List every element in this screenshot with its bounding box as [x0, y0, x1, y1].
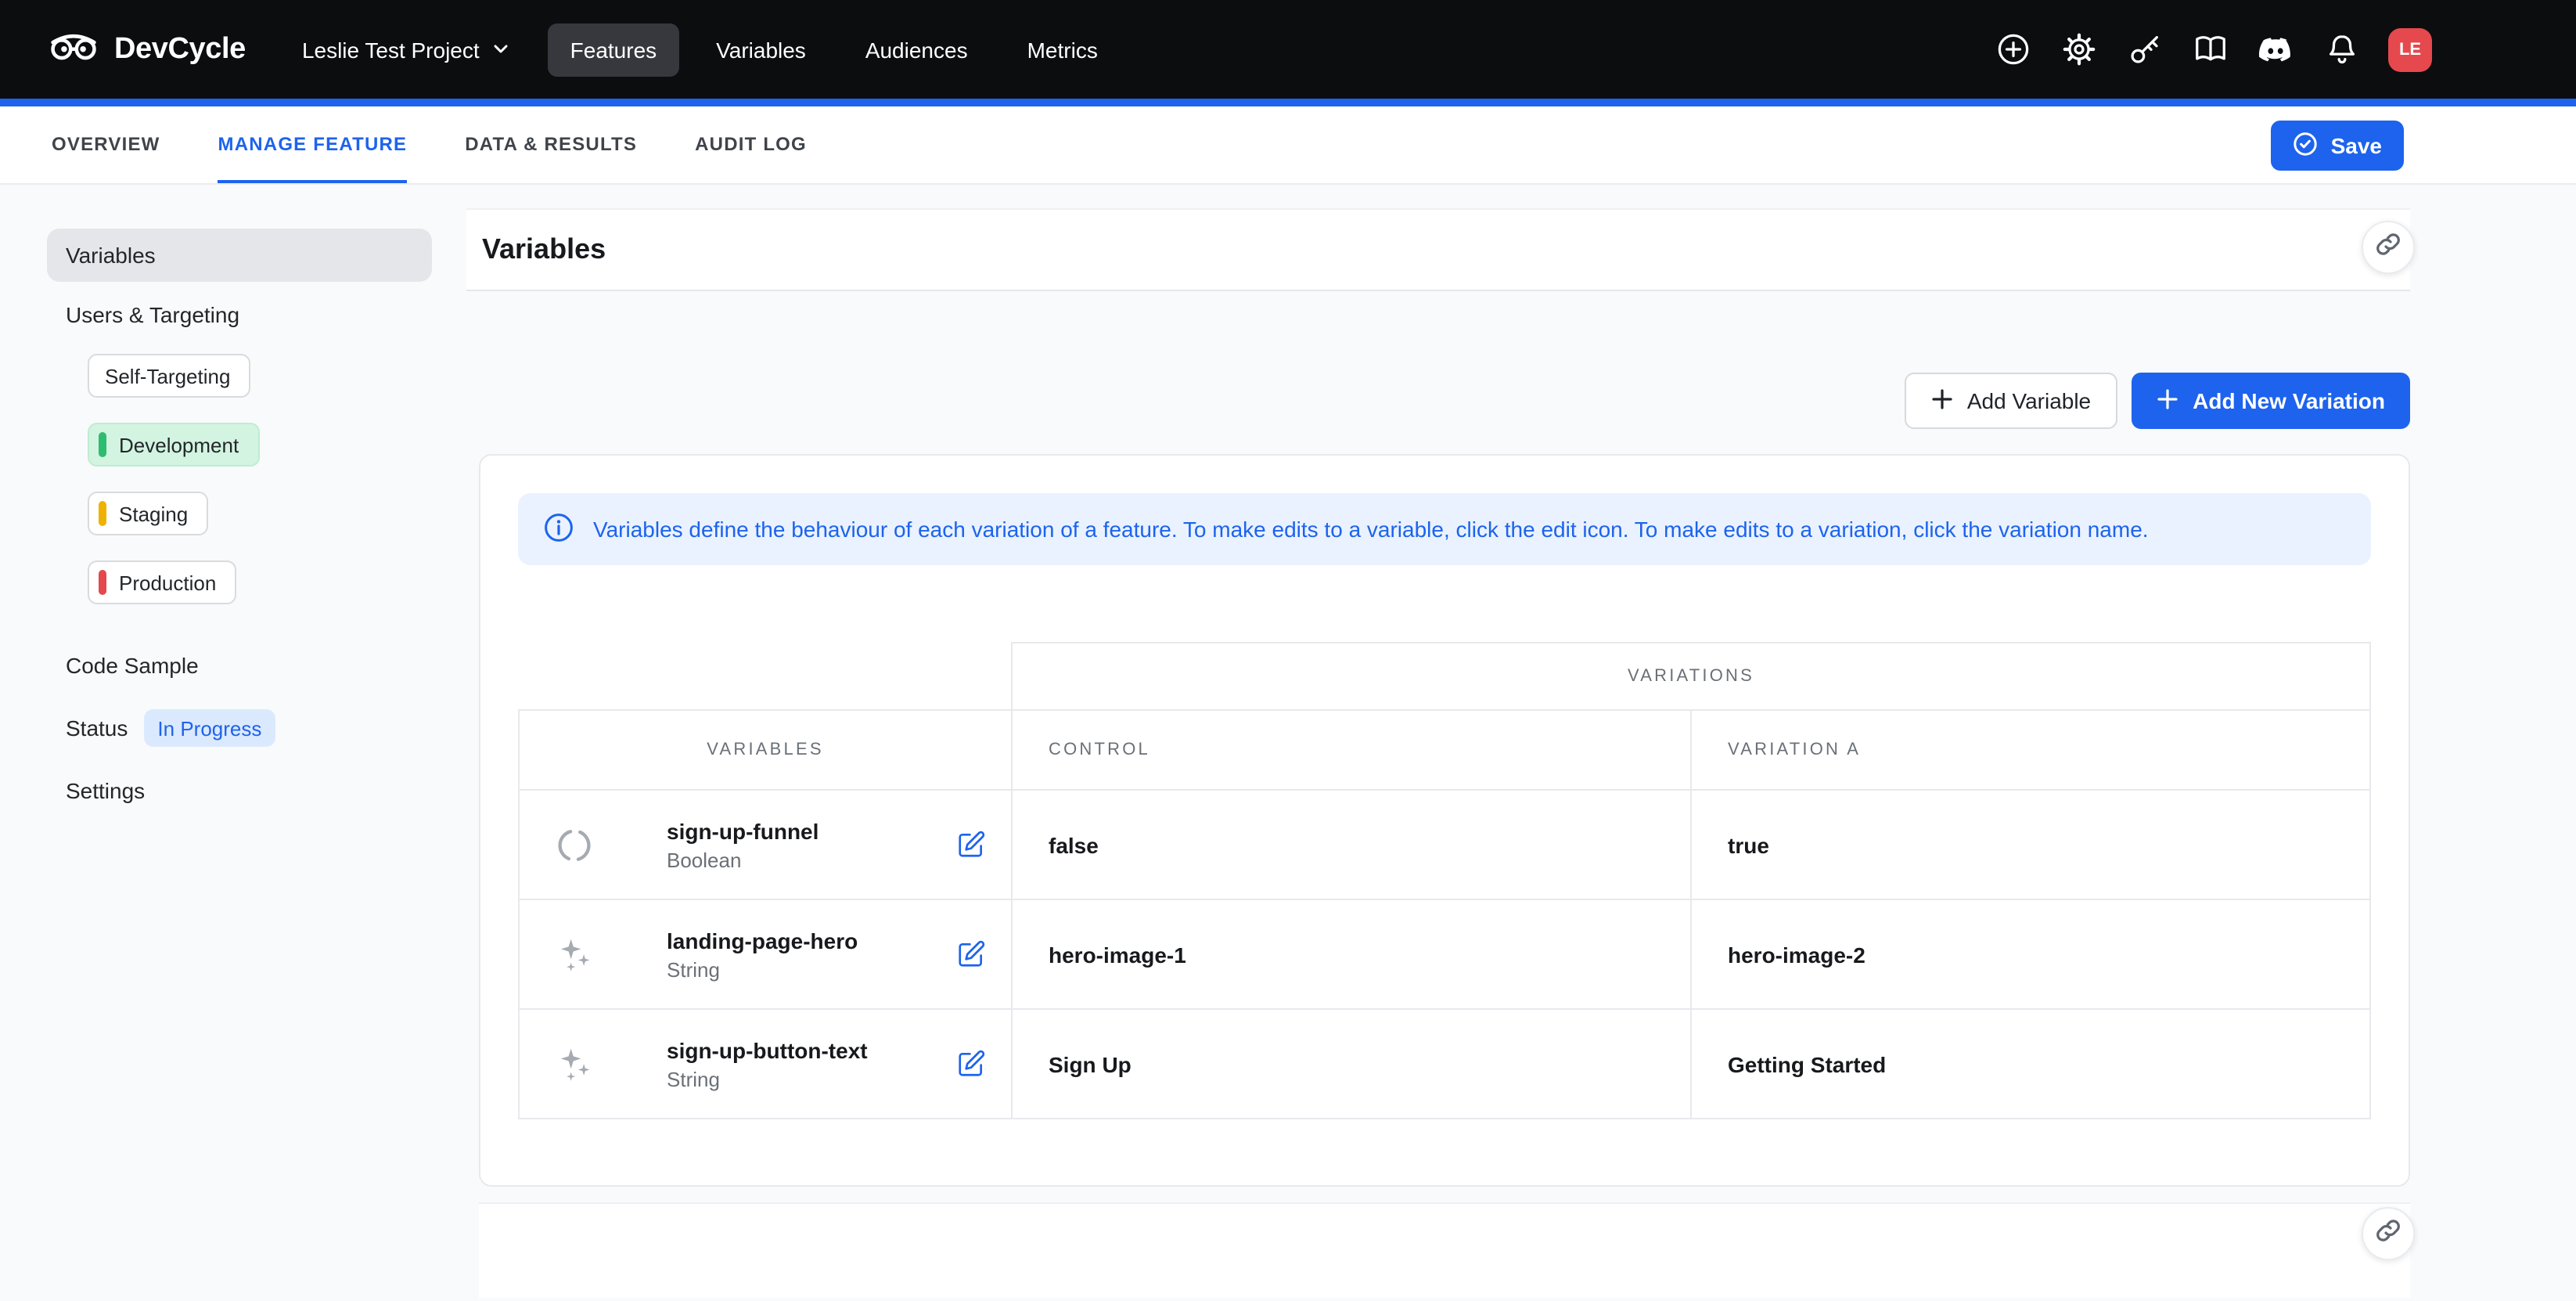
env-label: Self-Targeting [105, 364, 230, 387]
variable-type: Boolean [667, 848, 818, 871]
variable-name: sign-up-button-text [667, 1037, 868, 1062]
variables-card: Variables define the behaviour of each v… [479, 454, 2410, 1187]
edit-variable-icon[interactable] [956, 830, 986, 860]
edit-variable-icon[interactable] [956, 939, 986, 969]
info-alert-text: Variables define the behaviour of each v… [593, 517, 2149, 542]
save-label: Save [2331, 133, 2382, 158]
add-variable-button[interactable]: Add Variable [1905, 373, 2117, 429]
edit-variable-icon[interactable] [956, 1049, 986, 1079]
tab-data-results[interactable]: DATA & RESULTS [465, 106, 637, 183]
sidebar-item-settings[interactable]: Settings [47, 764, 432, 817]
table-actions: Add Variable Add New Variation [466, 373, 2410, 429]
gear-icon[interactable] [2060, 31, 2097, 68]
table-corner-spacer [519, 643, 1012, 710]
brand-name: DevCycle [114, 32, 246, 67]
devcycle-goggles-icon [47, 26, 100, 73]
book-icon[interactable] [2191, 31, 2229, 68]
variation-a-value: hero-image-2 [1691, 899, 2370, 1009]
link-icon [2376, 231, 2401, 264]
env-pill-self-targeting[interactable]: Self-Targeting [88, 354, 250, 398]
table-row: sign-up-button-text String [519, 1009, 2370, 1119]
env-color-bar [99, 432, 106, 457]
bell-icon[interactable] [2322, 31, 2360, 68]
control-value: hero-image-1 [1012, 899, 1691, 1009]
sidebar-item-status[interactable]: Status In Progress [47, 701, 432, 755]
status-label: Status [66, 715, 128, 741]
col-header-control[interactable]: CONTROL [1012, 710, 1691, 790]
tab-manage-feature[interactable]: MANAGE FEATURE [218, 106, 408, 183]
env-color-bar [99, 501, 106, 526]
add-variable-label: Add Variable [1967, 388, 2091, 413]
save-button[interactable]: Save [2272, 121, 2404, 171]
feature-tabs: OVERVIEW MANAGE FEATURE DATA & RESULTS A… [52, 106, 807, 183]
devcycle-logo[interactable]: DevCycle [47, 26, 246, 73]
nav-metrics[interactable]: Metrics [1006, 23, 1120, 76]
check-circle-icon [2294, 131, 2319, 160]
variable-type: String [667, 1067, 868, 1090]
variation-a-value: true [1691, 790, 2370, 899]
nav-features[interactable]: Features [549, 23, 679, 76]
key-icon[interactable] [2125, 31, 2163, 68]
accent-strip [0, 99, 2576, 106]
env-label: Production [119, 571, 216, 594]
col-header-variation-a[interactable]: VARIATION A [1691, 710, 2370, 790]
chevron-down-icon [492, 37, 511, 62]
feature-tabbar: OVERVIEW MANAGE FEATURE DATA & RESULTS A… [0, 106, 2576, 185]
sidebar-item-code-sample[interactable]: Code Sample [47, 639, 432, 692]
next-section-header [479, 1202, 2410, 1298]
env-label: Development [119, 433, 239, 456]
info-alert: Variables define the behaviour of each v… [518, 493, 2371, 565]
nav-audiences[interactable]: Audiences [844, 23, 990, 76]
discord-icon[interactable] [2257, 31, 2294, 68]
feature-sidebar: Variables Users & Targeting Self-Targeti… [0, 185, 466, 1298]
sidebar-item-users-targeting[interactable]: Users & Targeting [47, 288, 432, 341]
env-pill-development[interactable]: Development [88, 423, 259, 467]
table-row: sign-up-funnel Boolean [519, 790, 2370, 899]
variation-a-value: Getting Started [1691, 1009, 2370, 1119]
navbar-actions: LE [1994, 27, 2432, 71]
add-new-variation-button[interactable]: Add New Variation [2132, 373, 2410, 429]
info-icon [543, 511, 574, 547]
page-title: Variables [482, 233, 606, 266]
col-header-variables: VARIABLES [519, 710, 1012, 790]
tab-overview[interactable]: OVERVIEW [52, 106, 160, 183]
status-badge: In Progress [143, 709, 275, 747]
variable-type: String [667, 957, 858, 981]
control-value: Sign Up [1012, 1009, 1691, 1119]
app-root: DevCycle Leslie Test Project Features Va… [0, 0, 2576, 1301]
plus-circle-icon[interactable] [1994, 31, 2031, 68]
variable-name: landing-page-hero [667, 928, 858, 953]
project-name: Leslie Test Project [302, 37, 480, 62]
string-type-icon [520, 1043, 629, 1084]
variables-table: VARIATIONS VARIABLES CONTROL VARIATION A [518, 642, 2371, 1119]
header-link-button[interactable] [2362, 221, 2415, 274]
boolean-type-icon [520, 824, 629, 865]
control-value: false [1012, 790, 1691, 899]
nav-variables[interactable]: Variables [694, 23, 828, 76]
section-header: Variables [466, 208, 2410, 291]
link-icon [2376, 1217, 2401, 1250]
variable-name: sign-up-funnel [667, 818, 818, 843]
project-selector[interactable]: Leslie Test Project [302, 37, 511, 62]
top-navbar: DevCycle Leslie Test Project Features Va… [0, 0, 2576, 99]
env-label: Staging [119, 502, 188, 525]
environment-list: Self-Targeting Development Staging Produ… [88, 354, 466, 629]
string-type-icon [520, 934, 629, 975]
plus-icon [2157, 387, 2178, 414]
env-pill-production[interactable]: Production [88, 560, 236, 604]
env-color-bar [99, 570, 106, 595]
add-new-variation-label: Add New Variation [2193, 388, 2385, 413]
variations-group-header: VARIATIONS [1012, 643, 2370, 710]
content: Variables Users & Targeting Self-Targeti… [0, 185, 2576, 1298]
user-avatar[interactable]: LE [2388, 27, 2432, 71]
env-pill-staging[interactable]: Staging [88, 492, 208, 535]
plus-icon [1931, 387, 1953, 414]
tab-audit-log[interactable]: AUDIT LOG [695, 106, 807, 183]
sidebar-item-variables[interactable]: Variables [47, 229, 432, 282]
bottom-link-button[interactable] [2362, 1207, 2415, 1260]
main-panel: Variables Add Variable [466, 185, 2576, 1298]
table-row: landing-page-hero String [519, 899, 2370, 1009]
primary-nav: Features Variables Audiences Metrics [549, 23, 1120, 76]
